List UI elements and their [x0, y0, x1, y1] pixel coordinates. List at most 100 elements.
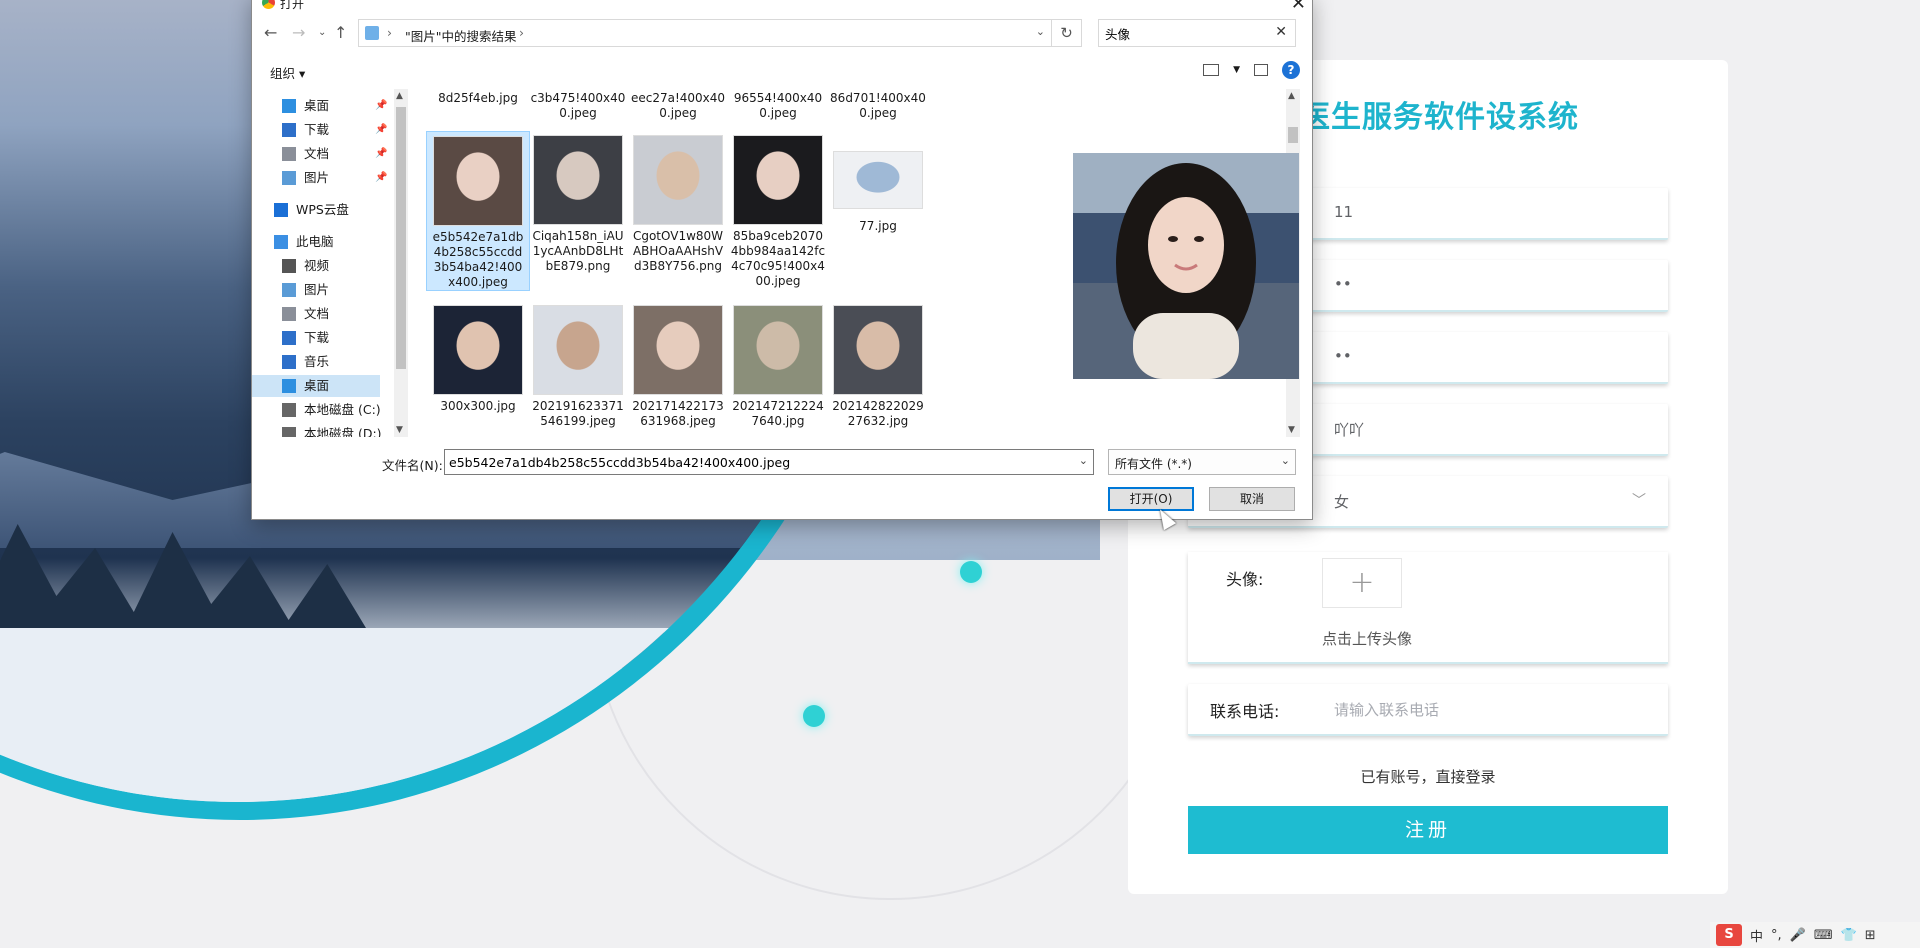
file-item[interactable]: 300x300.jpg — [426, 301, 530, 414]
file-name: c3b475!400x400.jpeg — [530, 91, 626, 120]
view-mode-icon[interactable] — [1203, 64, 1220, 76]
cancel-button[interactable]: 取消 — [1209, 487, 1295, 511]
close-icon[interactable]: ✕ — [1291, 0, 1306, 14]
file-name: 85ba9ceb20704bb984aa142fc4c70c95!400x400… — [730, 229, 826, 288]
search-box[interactable]: ✕ — [1098, 19, 1296, 47]
file-item[interactable]: Ciqah158n_iAU1ycAAnbD8LHtbE879.png — [526, 131, 630, 274]
file-item[interactable]: 77.jpg — [826, 131, 930, 234]
file-item[interactable]: 96554!400x400.jpeg — [726, 91, 830, 121]
address-bar[interactable]: › "图片"中的搜索结果 › ⌄ — [358, 19, 1052, 47]
filetype-value: 所有文件 (*.*) — [1115, 457, 1192, 471]
file-item[interactable]: 202171422173631968.jpeg — [626, 301, 730, 429]
file-item[interactable]: 86d701!400x400.jpeg — [826, 91, 930, 121]
sidebar-item[interactable]: 本地磁盘 (C:) — [252, 399, 381, 421]
forward-arrow-icon[interactable]: → — [292, 23, 305, 42]
clear-search-icon[interactable]: ✕ — [1275, 24, 1287, 40]
sidebar-item[interactable]: 下载 📌 — [252, 119, 387, 141]
file-thumbnail — [533, 305, 623, 395]
sidebar-item[interactable]: 视频 — [252, 255, 380, 277]
keyboard-icon[interactable]: ⌨ — [1814, 928, 1833, 943]
file-item[interactable]: 20214282202927632.jpg — [826, 301, 930, 429]
scroll-up-icon[interactable]: ▲ — [396, 91, 403, 101]
login-link[interactable]: 已有账号，直接登录 — [1188, 766, 1668, 787]
help-icon[interactable]: ? — [1282, 61, 1300, 79]
dialog-titlebar[interactable]: 打开 ✕ — [252, 0, 1312, 14]
download-icon — [282, 123, 296, 137]
file-name: CgotOV1w80WABHOaAAHshVd3B8Y756.png — [632, 229, 724, 273]
nav-scrollbar[interactable]: ▲ ▼ — [394, 89, 408, 437]
chevron-down-icon[interactable]: ▼ — [1233, 65, 1240, 75]
sidebar-item[interactable]: 图片 📌 — [252, 167, 387, 189]
breadcrumb-separator: › — [387, 25, 392, 40]
scroll-thumb[interactable] — [396, 107, 406, 369]
phone-placeholder: 请输入联系电话 — [1334, 701, 1440, 719]
gender-value: 女 — [1334, 493, 1350, 511]
sidebar-item-label: 图片 — [304, 282, 330, 297]
file-thumbnail — [633, 305, 723, 395]
phone-field[interactable]: 联系电话: 请输入联系电话 — [1188, 684, 1668, 736]
register-button[interactable]: 注册 — [1188, 806, 1668, 854]
file-item[interactable]: 2021472122247640.jpg — [726, 301, 830, 429]
shirt-icon[interactable]: 👕 — [1841, 928, 1857, 943]
filename-label: 文件名(N): — [382, 458, 443, 473]
chevron-down-icon[interactable]: ⌄ — [1036, 25, 1045, 38]
sidebar-item[interactable]: 文档 — [252, 303, 380, 325]
organize-menu[interactable]: 组织 ▾ — [270, 63, 305, 82]
breadcrumb[interactable]: "图片"中的搜索结果 — [405, 26, 517, 45]
microphone-icon[interactable]: 🎤 — [1790, 928, 1806, 943]
sidebar-item[interactable]: 图片 — [252, 279, 380, 301]
punctuation-mode[interactable]: °, — [1771, 928, 1782, 943]
music-icon — [282, 355, 296, 369]
file-item[interactable]: e5b542e7a1db4b258c55ccdd3b54ba42!400x400… — [426, 131, 530, 291]
file-item[interactable]: 85ba9ceb20704bb984aa142fc4c70c95!400x400… — [726, 131, 830, 289]
file-name: 20214282202927632.jpg — [832, 399, 924, 428]
file-item[interactable]: eec27a!400x400.jpeg — [626, 91, 730, 121]
back-arrow-icon[interactable]: ← — [264, 23, 277, 42]
sidebar-item-label: 本地磁盘 (D:) — [304, 426, 382, 437]
file-item[interactable]: 202191623371546199.jpeg — [526, 301, 630, 429]
this-pc-icon — [274, 235, 288, 249]
open-button[interactable]: 打开(O) — [1108, 487, 1194, 511]
video-icon — [282, 259, 296, 273]
filename-input[interactable] — [449, 453, 1069, 471]
scroll-down-icon[interactable]: ▼ — [1288, 425, 1295, 435]
page-title: 医生服务软件设系统 — [1300, 100, 1579, 135]
sidebar-item[interactable]: WPS云盘 — [252, 199, 380, 221]
sidebar-item[interactable]: 下载 — [252, 327, 380, 349]
folder-icon — [365, 26, 379, 40]
file-item[interactable]: c3b475!400x400.jpeg — [526, 91, 630, 121]
drive-icon — [282, 427, 296, 437]
up-arrow-icon[interactable]: ↑ — [334, 23, 347, 42]
sidebar-item-label: 桌面 — [304, 378, 330, 393]
filename-combobox[interactable]: ⌄ — [444, 449, 1094, 475]
search-input[interactable] — [1105, 24, 1265, 42]
filetype-select[interactable]: 所有文件 (*.*) ⌄ — [1108, 449, 1296, 475]
sidebar-item[interactable]: 本地磁盘 (D:) — [252, 423, 382, 437]
confirm-password-value: •• — [1334, 347, 1352, 365]
chevron-down-icon[interactable]: ⌄ — [1079, 454, 1088, 467]
sogou-ime-icon[interactable]: S — [1716, 924, 1742, 946]
recent-chevron-icon[interactable]: ⌄ — [318, 27, 326, 38]
system-tray: S 中 °, 🎤 ⌨ 👕 ⊞ — [1710, 922, 1920, 948]
sidebar-item-label: 下载 — [304, 330, 330, 345]
sidebar-item-label: 文档 — [304, 146, 330, 161]
file-name: 2021472122247640.jpg — [732, 399, 824, 428]
sidebar-item[interactable]: 此电脑 — [252, 231, 380, 253]
preview-pane-icon[interactable] — [1254, 64, 1268, 76]
avatar-upload-button[interactable]: + — [1322, 558, 1402, 608]
sidebar-item[interactable]: 文档 📌 — [252, 143, 387, 165]
password-value: •• — [1334, 275, 1352, 293]
scroll-up-icon[interactable]: ▲ — [1288, 91, 1295, 101]
document-icon — [282, 147, 296, 161]
sidebar-item[interactable]: 音乐 — [252, 351, 380, 373]
sidebar-item[interactable]: 桌面 📌 — [252, 95, 387, 117]
file-item[interactable]: CgotOV1w80WABHOaAAHshVd3B8Y756.png — [626, 131, 730, 274]
file-name: e5b542e7a1db4b258c55ccdd3b54ba42!400x400… — [432, 230, 524, 289]
refresh-icon[interactable]: ↻ — [1052, 19, 1082, 47]
grid-icon[interactable]: ⊞ — [1865, 928, 1876, 943]
sidebar-item[interactable]: 桌面 — [252, 375, 380, 397]
scroll-thumb[interactable] — [1288, 127, 1298, 143]
file-item[interactable]: 8d25f4eb.jpg — [426, 91, 530, 106]
ime-mode[interactable]: 中 — [1750, 926, 1763, 945]
scroll-down-icon[interactable]: ▼ — [396, 425, 403, 435]
